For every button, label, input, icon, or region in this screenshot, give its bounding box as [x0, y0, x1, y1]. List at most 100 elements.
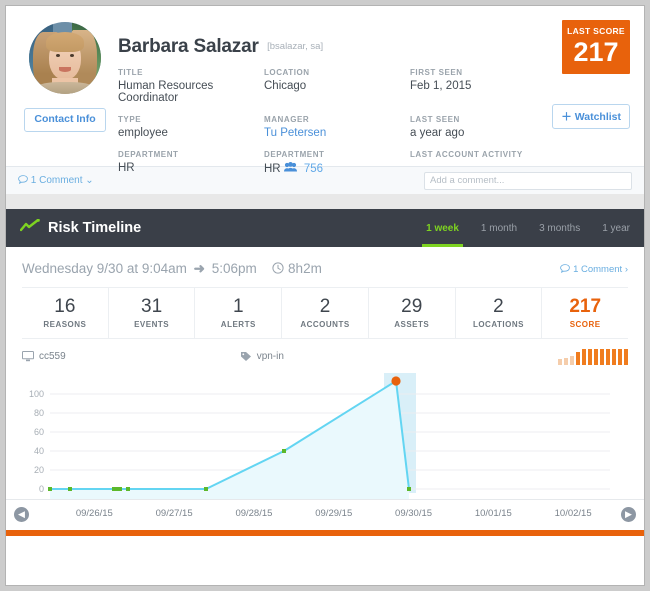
sparkline-bar — [624, 348, 628, 365]
chart-y-tick-labels: 100 80 60 40 20 0 — [29, 389, 44, 494]
x-tick-2: 09/28/15 — [235, 507, 273, 519]
chart-point — [407, 486, 411, 491]
risk-sparkline — [556, 348, 628, 365]
add-watchlist-button[interactable]: ＋ Watchlist — [552, 104, 630, 129]
stat-score: 217 SCORE — [542, 288, 628, 338]
contact-info-button[interactable]: Contact Info — [24, 108, 106, 132]
stat-label: REASONS — [43, 319, 87, 329]
tag-label: vpn-in — [256, 351, 284, 363]
sparkline-bar — [594, 348, 598, 365]
sparkline-bar — [582, 348, 586, 365]
last-score-badge: LAST SCORE 217 — [562, 20, 630, 74]
risk-chart-svg[interactable]: 100 80 60 40 20 0 — [6, 372, 644, 499]
avatar-shirt — [38, 82, 92, 94]
field-location: LOCATION Chicago — [264, 68, 410, 104]
monitor-icon — [22, 351, 34, 362]
chart-point — [126, 486, 130, 491]
timeline-range-tabs: 1 week 1 month 3 months 1 year — [404, 209, 630, 247]
field-label: TYPE — [118, 115, 142, 124]
day-tags-row: cc559 vpn-in — [6, 339, 644, 371]
profile-comment-toggle[interactable]: 1 Comment ⌄ — [18, 175, 94, 186]
stat-accounts: 2 ACCOUNTS — [282, 288, 369, 338]
x-tick-6: 10/02/15 — [554, 507, 592, 519]
chevron-right-icon: › — [624, 263, 628, 275]
stat-events: 31 EVENTS — [109, 288, 196, 338]
tag-label: cc559 — [39, 351, 66, 363]
timeline-prev-button[interactable]: ◀ — [14, 506, 29, 522]
stat-value: 217 — [569, 296, 602, 317]
avatar-eye-right — [70, 54, 74, 57]
day-stats: 16 REASONS 31 EVENTS 1 ALERTS 2 ACCOUNTS… — [22, 287, 628, 339]
risk-timeline-panel: Risk Timeline 1 week 1 month 3 months 1 … — [6, 209, 644, 536]
field-value: Human Resources Coordinator — [118, 80, 214, 104]
tab-3-months[interactable]: 3 months — [539, 209, 580, 247]
profile-name-row: Barbara Salazar [bsalazar, sa] — [118, 36, 323, 58]
tab-1-week[interactable]: 1 week — [422, 209, 463, 247]
tag-device[interactable]: cc559 — [22, 351, 66, 362]
stat-value: 2 — [319, 296, 331, 317]
profile-alias: [bsalazar, sa] — [267, 41, 324, 52]
stat-label: ALERTS — [220, 319, 256, 329]
risk-chart: 100 80 60 40 20 0 — [6, 372, 644, 499]
chart-x-axis: ◀ 09/26/15 09/27/15 09/28/15 09/29/15 09… — [6, 498, 644, 530]
field-label: LAST ACCOUNT ACTIVITY — [410, 150, 523, 159]
group-people-icon — [283, 162, 300, 175]
stat-label: LOCATIONS — [472, 319, 524, 329]
x-tick-4: 09/30/15 — [395, 507, 433, 519]
field-label: LOCATION — [264, 68, 310, 77]
last-score-value: 217 — [573, 37, 619, 67]
field-value-group: HR 756 — [264, 162, 410, 175]
department-value: HR — [264, 163, 281, 175]
profile-card: Contact Info Barbara Salazar [bsalazar, … — [6, 6, 644, 175]
field-department: DEPARTMENT HR — [118, 150, 264, 175]
field-label: LAST SEEN — [410, 115, 460, 124]
manager-link[interactable]: Tu Petersen — [264, 127, 410, 139]
profile-field-row: TYPE employee MANAGER Tu Petersen LAST S… — [118, 115, 568, 139]
timeline-next-button[interactable]: ▶ — [621, 506, 636, 522]
stat-value: 31 — [141, 296, 163, 317]
risk-timeline-header: Risk Timeline 1 week 1 month 3 months 1 … — [6, 209, 644, 247]
field-last-account-activity: LAST ACCOUNT ACTIVITY — [410, 150, 556, 175]
sparkline-bar — [570, 355, 574, 365]
field-value: a year ago — [410, 127, 465, 139]
day-comment-link[interactable]: 1 Comment › — [560, 264, 628, 275]
arrow-right-icon: ➜ — [193, 261, 205, 276]
bottom-accent-bar — [6, 529, 644, 536]
day-duration: 8h2m — [288, 261, 322, 276]
x-tick-3: 09/29/15 — [315, 507, 353, 519]
avatar-fringe — [46, 32, 84, 52]
sparkline-bar — [588, 348, 592, 365]
comment-count-label: 1 Comment — [30, 175, 83, 186]
chart-point — [48, 486, 52, 491]
x-tick-labels: 09/26/15 09/27/15 09/28/15 09/29/15 09/3… — [46, 500, 608, 530]
profile-field-row: DEPARTMENT HR DEPARTMENT HR 756 LAST ACC… — [118, 150, 568, 175]
stat-label: EVENTS — [134, 319, 170, 329]
stat-value: 1 — [233, 296, 244, 317]
avatar-mouth — [59, 67, 71, 72]
avatar — [29, 22, 101, 94]
tab-1-year[interactable]: 1 year — [602, 209, 630, 247]
field-label: DEPARTMENT — [118, 150, 179, 159]
field-label: FIRST SEEN — [410, 68, 463, 77]
y-tick-0: 0 — [39, 484, 44, 494]
app-frame: Contact Info Barbara Salazar [bsalazar, … — [5, 5, 645, 586]
y-tick-80: 80 — [34, 408, 44, 418]
stat-value: 2 — [493, 296, 504, 317]
page-title: Barbara Salazar — [118, 36, 259, 57]
tab-1-month[interactable]: 1 month — [481, 209, 517, 247]
risk-timeline-title: Risk Timeline — [48, 220, 142, 236]
tag-vpn[interactable]: vpn-in — [240, 351, 284, 362]
stat-label: ASSETS — [394, 319, 430, 329]
day-summary-row: Wednesday 9/30 at 9:04am ➜ 5:06pm 8h2m 1… — [6, 247, 644, 287]
field-value: Feb 1, 2015 — [410, 80, 472, 92]
sparkline-bar — [606, 348, 610, 365]
screenshot-root: Contact Info Barbara Salazar [bsalazar, … — [0, 0, 650, 591]
chart-point — [204, 486, 208, 491]
chart-point — [282, 448, 286, 453]
y-tick-60: 60 — [34, 427, 44, 437]
chevron-down-icon: ⌄ — [85, 175, 94, 186]
field-label: MANAGER — [264, 115, 310, 124]
group-count[interactable]: 756 — [304, 163, 323, 175]
sparkline-bar — [618, 348, 622, 365]
last-score-label: LAST SCORE — [567, 26, 625, 36]
